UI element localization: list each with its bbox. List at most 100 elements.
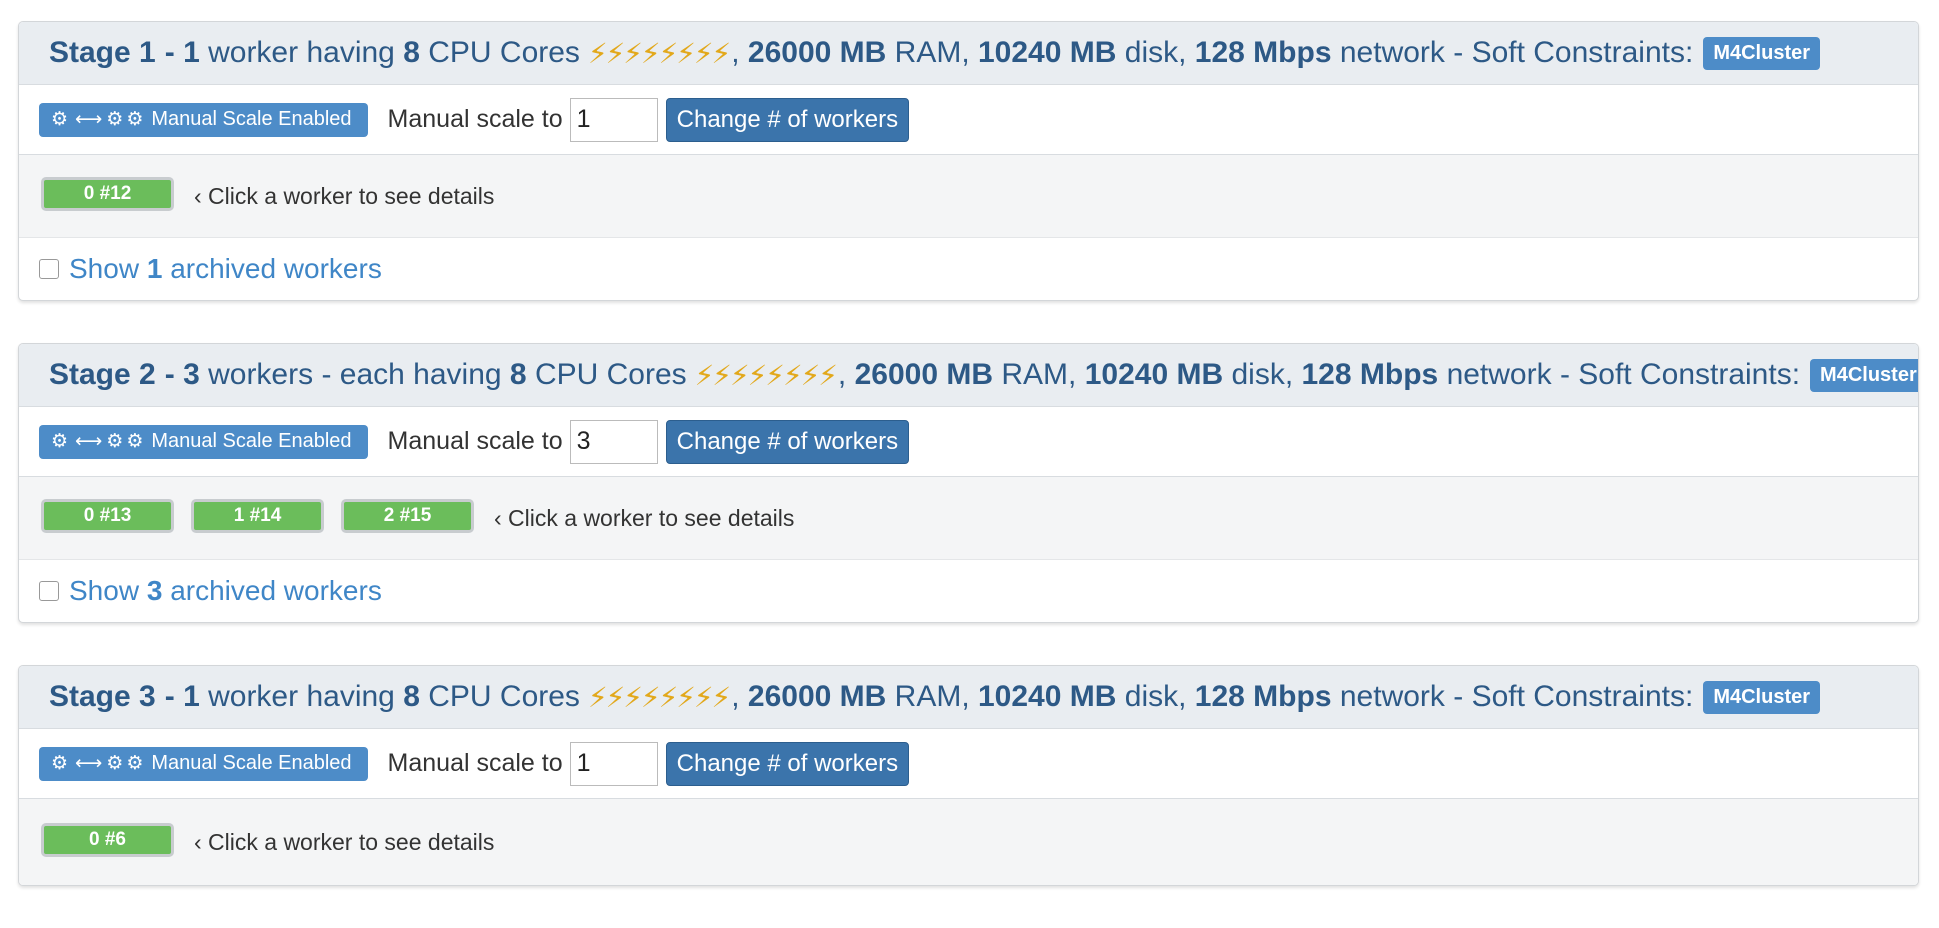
gear-icon: ⚙ <box>51 753 69 774</box>
stage-title: Stage 2 <box>49 358 156 391</box>
manual-scale-label: Manual scale to <box>387 749 563 777</box>
gear-icon: ⚙ <box>106 109 124 130</box>
change-workers-button[interactable]: Change # of workers <box>665 419 910 464</box>
gear-icon: ⚙ <box>51 431 69 452</box>
cpu-cores-label: CPU Cores <box>428 680 580 713</box>
cpu-cores-value: 8 <box>403 680 420 713</box>
ram-label: RAM, <box>894 36 970 69</box>
gear-icon: ⚙ <box>126 431 144 452</box>
manual-scale-badge: ⚙ ⟷ ⚙ ⚙ Manual Scale Enabled <box>39 102 368 137</box>
archived-row: Show 1 archived workers <box>19 238 1918 300</box>
show-archived-link[interactable]: Show 3 archived workers <box>69 575 382 607</box>
title-dash: - <box>164 36 175 69</box>
cpu-cores-label: CPU Cores <box>534 358 687 391</box>
stage-header: Stage 2- 3 workers - each having 8 CPU C… <box>19 344 1918 407</box>
disk-value: 10240 MB <box>1084 358 1224 391</box>
ram-value: 26000 MB <box>747 680 887 713</box>
scale-badge-label: Manual Scale Enabled <box>151 752 352 774</box>
archived-label: archived workers <box>170 575 382 606</box>
constraint-tag: M4Cluster <box>1703 680 1821 714</box>
scale-controls: ⚙ ⟷ ⚙ ⚙ Manual Scale Enabled Manual scale to… <box>19 729 1918 799</box>
gear-icon: ⚙ <box>126 753 144 774</box>
left-right-arrow-icon: ⟷ <box>75 431 103 452</box>
lightning-bolt-icon: ⚡⚡⚡⚡⚡⚡⚡⚡ <box>587 37 731 69</box>
scale-badge-label: Manual Scale Enabled <box>151 430 352 452</box>
scale-badge-label: Manual Scale Enabled <box>151 108 352 130</box>
manual-scale-label: Manual scale to <box>387 427 563 455</box>
show-label: Show <box>69 575 140 606</box>
disk-value: 10240 MB <box>978 680 1117 713</box>
stage-panel: Stage 3- 1 worker having 8 CPU Cores ⚡⚡⚡⚡… <box>18 665 1919 886</box>
worker-text: worker having <box>208 36 395 69</box>
scale-controls: ⚙ ⟷ ⚙ ⚙ Manual Scale Enabled Manual scale to… <box>19 85 1918 155</box>
worker-button[interactable]: 1 #14 <box>191 498 324 533</box>
manual-scale-label: Manual scale to <box>387 105 563 133</box>
stage-title: Stage 1 <box>49 36 156 69</box>
constraint-tag: M4Cluster <box>1810 358 1918 392</box>
change-workers-button[interactable]: Change # of workers <box>665 741 910 786</box>
disk-value: 10240 MB <box>978 36 1117 69</box>
show-archived-link[interactable]: Show 1 archived workers <box>69 253 382 285</box>
worker-button[interactable]: 0 #6 <box>41 822 174 857</box>
click-hint: ‹ Click a worker to see details <box>194 828 495 855</box>
worker-count: 1 <box>183 36 200 69</box>
archived-label: archived workers <box>170 253 382 284</box>
worker-button[interactable]: 0 #13 <box>41 498 174 533</box>
workers-row: 0 #12 ‹ Click a worker to see details <box>19 155 1918 238</box>
stages-container: Stage 1- 1 worker having 8 CPU Cores ⚡⚡⚡⚡… <box>18 21 1919 928</box>
constraint-tag: M4Cluster <box>1703 36 1821 70</box>
network-value: 128 Mbps <box>1301 358 1439 391</box>
ram-label: RAM, <box>894 680 970 713</box>
network-label: network - Soft Constraints: <box>1339 36 1694 69</box>
cpu-cores-value: 8 <box>509 358 527 391</box>
show-archived-checkbox[interactable] <box>39 581 59 601</box>
stage-panel: Stage 2- 3 workers - each having 8 CPU C… <box>18 343 1919 623</box>
scale-input[interactable] <box>569 419 658 464</box>
left-right-arrow-icon: ⟷ <box>75 753 103 774</box>
click-hint: ‹ Click a worker to see details <box>494 504 795 531</box>
network-label: network - Soft Constraints: <box>1339 680 1694 713</box>
manual-scale-badge: ⚙ ⟷ ⚙ ⚙ Manual Scale Enabled <box>39 746 368 781</box>
network-value: 128 Mbps <box>1194 680 1332 713</box>
archived-count: 1 <box>146 253 163 284</box>
manual-scale-badge: ⚙ ⟷ ⚙ ⚙ Manual Scale Enabled <box>39 424 368 459</box>
disk-label: disk, <box>1124 36 1187 69</box>
archived-row: Show 3 archived workers <box>19 560 1918 622</box>
title-dash: - <box>164 358 175 391</box>
workers-row: 0 #6 ‹ Click a worker to see details <box>19 799 1918 885</box>
stage-header: Stage 1- 1 worker having 8 CPU Cores ⚡⚡⚡⚡… <box>19 22 1918 85</box>
gear-icon: ⚙ <box>106 753 124 774</box>
gear-icon: ⚙ <box>106 431 124 452</box>
scale-controls: ⚙ ⟷ ⚙ ⚙ Manual Scale Enabled Manual scale to… <box>19 407 1918 477</box>
change-workers-button[interactable]: Change # of workers <box>665 97 910 142</box>
disk-label: disk, <box>1231 358 1294 391</box>
left-right-arrow-icon: ⟷ <box>75 109 103 130</box>
cpu-cores-value: 8 <box>403 36 420 69</box>
stage-title: Stage 3 <box>49 680 156 713</box>
stage-header: Stage 3- 1 worker having 8 CPU Cores ⚡⚡⚡⚡… <box>19 666 1918 729</box>
worker-text: worker having <box>208 680 395 713</box>
disk-label: disk, <box>1124 680 1187 713</box>
worker-text: workers - each having <box>208 358 502 391</box>
workers-row: 0 #13 1 #14 2 #15 ‹ Click a worker to see … <box>19 477 1918 560</box>
network-label: network - Soft Constraints: <box>1446 358 1801 391</box>
cpu-cores-label: CPU Cores <box>428 36 580 69</box>
worker-button[interactable]: 0 #12 <box>41 176 174 211</box>
lightning-bolt-icon: ⚡⚡⚡⚡⚡⚡⚡⚡ <box>587 681 731 713</box>
worker-count: 3 <box>183 358 200 391</box>
show-archived-checkbox[interactable] <box>39 259 59 279</box>
archived-count: 3 <box>146 575 163 606</box>
worker-count: 1 <box>183 680 200 713</box>
scale-input[interactable] <box>569 741 658 786</box>
show-label: Show <box>69 253 140 284</box>
stage-panel: Stage 1- 1 worker having 8 CPU Cores ⚡⚡⚡⚡… <box>18 21 1919 301</box>
ram-value: 26000 MB <box>854 358 994 391</box>
gear-icon: ⚙ <box>51 109 69 130</box>
scale-input[interactable] <box>569 97 658 142</box>
worker-button[interactable]: 2 #15 <box>341 498 474 533</box>
click-hint: ‹ Click a worker to see details <box>194 182 495 209</box>
lightning-bolt-icon: ⚡⚡⚡⚡⚡⚡⚡⚡ <box>694 359 838 391</box>
gear-icon: ⚙ <box>126 109 144 130</box>
title-dash: - <box>164 680 175 713</box>
network-value: 128 Mbps <box>1194 36 1332 69</box>
